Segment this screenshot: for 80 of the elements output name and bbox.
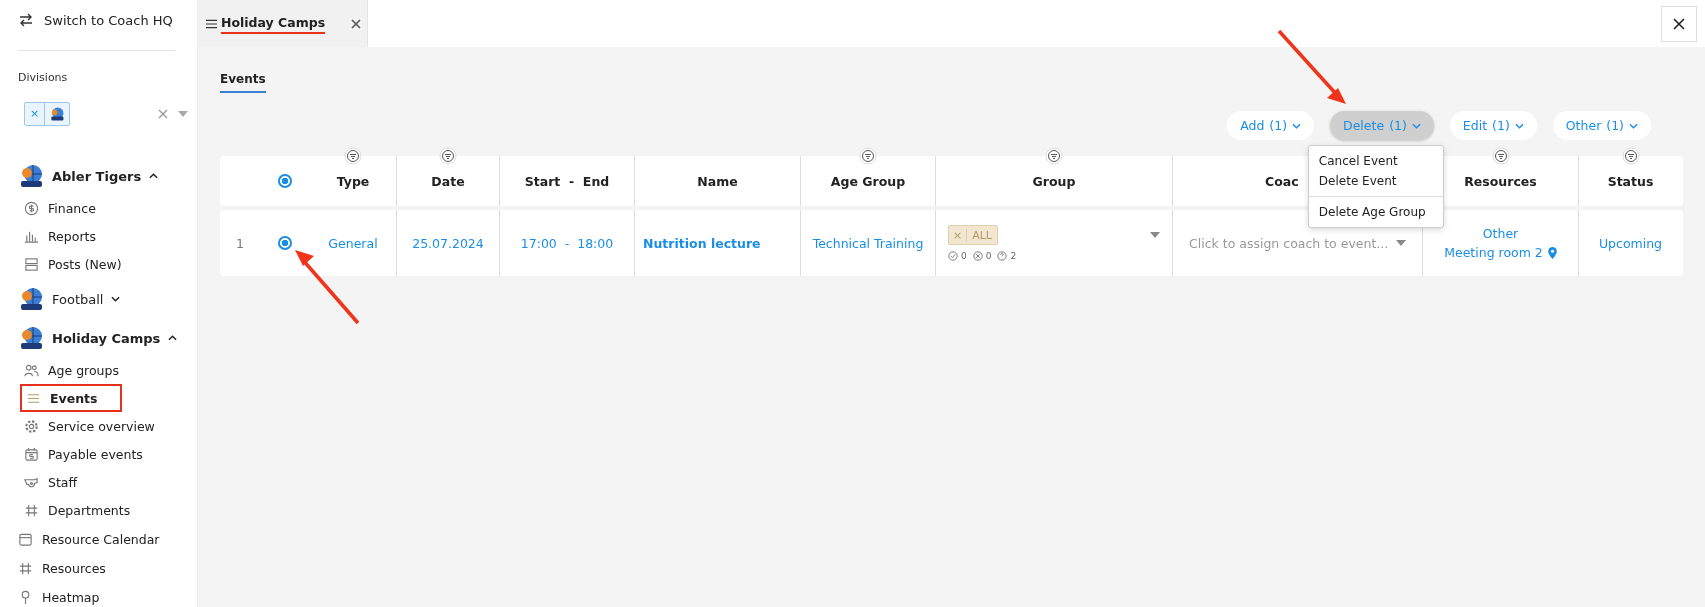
menu-item[interactable]: Delete Event bbox=[1308, 171, 1443, 191]
page-tab[interactable]: Holiday Camps bbox=[198, 0, 369, 47]
table-cell: 17:00 - 18:00 bbox=[520, 235, 614, 251]
resource-link[interactable]: Meeting room 2 bbox=[1444, 245, 1543, 260]
caret-icon bbox=[1396, 240, 1406, 246]
filter-icon[interactable] bbox=[1491, 147, 1510, 165]
count-text: 2 bbox=[1010, 251, 1017, 261]
nav-item[interactable]: Reports bbox=[18, 222, 96, 250]
division-header[interactable]: Holiday Camps bbox=[18, 320, 197, 356]
check-circle-icon bbox=[948, 251, 958, 261]
filter-icon[interactable] bbox=[859, 147, 877, 165]
select-all-radio[interactable] bbox=[278, 174, 292, 188]
close-button[interactable] bbox=[1661, 5, 1697, 42]
column-header: Coac bbox=[1265, 173, 1299, 189]
hash-icon bbox=[24, 502, 39, 518]
action-dropdown-button[interactable]: Add (1) bbox=[1227, 111, 1315, 140]
nav-item[interactable]: Posts (New) bbox=[18, 250, 122, 278]
chevron-icon bbox=[1514, 122, 1524, 129]
cross-circle-icon bbox=[972, 251, 983, 261]
ball-logo-icon bbox=[18, 325, 44, 351]
caret-icon[interactable] bbox=[1150, 232, 1160, 238]
close-icon[interactable] bbox=[351, 18, 362, 29]
filter-icon[interactable] bbox=[439, 147, 457, 165]
column-header: Start - End bbox=[524, 173, 610, 189]
nav-item[interactable]: Resources bbox=[18, 554, 106, 582]
row-number: 1 bbox=[236, 235, 244, 251]
menu-icon bbox=[206, 18, 217, 29]
nav-item[interactable]: Resource Calendar bbox=[18, 525, 160, 553]
resource-text: Other bbox=[1482, 226, 1519, 241]
chevron-icon bbox=[1629, 122, 1638, 129]
nav-item[interactable]: Payable events bbox=[18, 440, 143, 468]
column-header: Resources bbox=[1464, 173, 1537, 189]
clear-icon[interactable] bbox=[158, 109, 169, 119]
division-header[interactable]: Football bbox=[18, 281, 197, 317]
close-icon bbox=[1673, 17, 1685, 30]
location-pin-icon bbox=[1547, 246, 1557, 259]
table-cell: 25.07.2024 bbox=[412, 235, 484, 251]
group-tag: × ALL bbox=[948, 225, 998, 245]
filter-icon[interactable] bbox=[344, 147, 362, 165]
nav-item[interactable]: Departments bbox=[18, 496, 131, 524]
nav-item[interactable]: Age groups bbox=[18, 356, 119, 384]
column-header: Group bbox=[1032, 173, 1076, 189]
chevron-icon bbox=[1411, 122, 1421, 129]
posts-icon bbox=[24, 256, 39, 272]
swap-arrows-icon bbox=[18, 12, 34, 28]
nav-item[interactable]: Service overview bbox=[18, 412, 155, 440]
column-header: Type bbox=[336, 173, 370, 189]
action-dropdown-button[interactable]: Edit (1) bbox=[1449, 111, 1537, 140]
column-header: Name bbox=[697, 173, 738, 189]
menu-item[interactable]: Cancel Event bbox=[1308, 151, 1443, 171]
divisions-label: Divisions bbox=[18, 71, 69, 84]
row-radio[interactable] bbox=[278, 236, 292, 250]
nav-item[interactable]: Heatmap bbox=[18, 583, 100, 607]
section-tab[interactable]: Events bbox=[220, 72, 266, 93]
table-cell: Technical Training bbox=[812, 235, 924, 251]
people-icon bbox=[24, 362, 39, 378]
ball-logo-icon bbox=[49, 106, 66, 122]
table-cell: General bbox=[328, 235, 378, 251]
chevron-icon bbox=[1292, 122, 1302, 129]
gear-icon bbox=[24, 418, 39, 434]
dollar-icon bbox=[24, 200, 39, 216]
hash-icon bbox=[18, 560, 33, 576]
division-header[interactable]: Abler Tigers bbox=[18, 158, 197, 194]
ball-logo-icon bbox=[18, 286, 44, 312]
column-header: Date bbox=[431, 173, 465, 189]
question-circle-icon bbox=[997, 251, 1008, 261]
action-dropdown-button[interactable]: Other (1) bbox=[1552, 111, 1651, 140]
column-header: Age Group bbox=[830, 173, 906, 189]
nav-item[interactable]: Events bbox=[20, 384, 122, 412]
count-text: 0 bbox=[985, 251, 992, 261]
status-text: Upcoming bbox=[1598, 235, 1663, 251]
ball-logo-icon bbox=[18, 163, 44, 189]
nav-item[interactable]: Staff bbox=[18, 468, 78, 496]
switch-link[interactable]: Switch to Coach HQ bbox=[18, 0, 197, 40]
nav-item[interactable]: Finance bbox=[18, 194, 96, 222]
count-text: 0 bbox=[961, 251, 967, 261]
filter-icon[interactable] bbox=[1045, 147, 1063, 165]
column-header: Status bbox=[1607, 173, 1654, 189]
calendar-icon bbox=[18, 531, 33, 547]
filter-icon[interactable] bbox=[1621, 147, 1640, 165]
